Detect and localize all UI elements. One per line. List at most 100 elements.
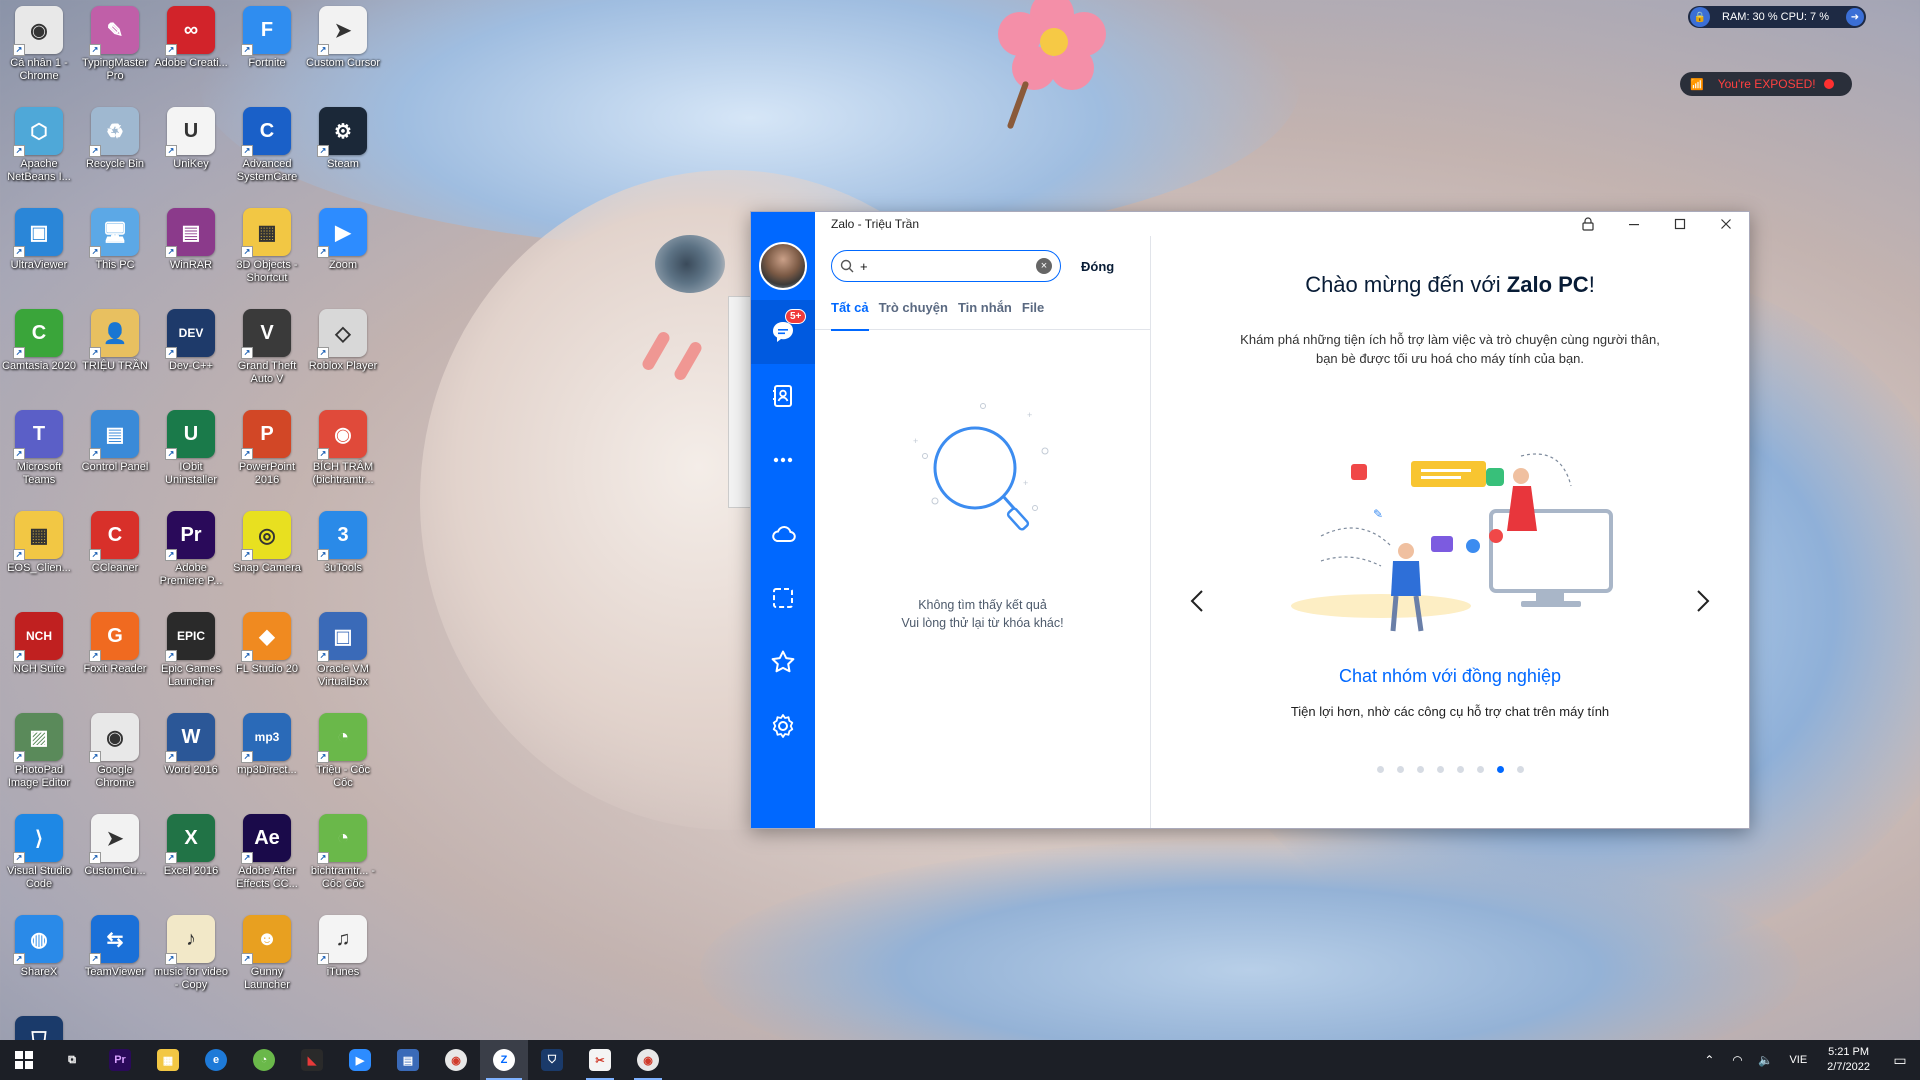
slide-dot[interactable]	[1416, 766, 1424, 773]
tab-messages[interactable]: Tin nhắn	[958, 300, 1012, 330]
desktop-icon[interactable]: DEV ↗ Dev-C++	[153, 309, 229, 373]
desktop-icon[interactable]: ◇ ↗ Roblox Player	[305, 309, 381, 373]
desktop-icon[interactable]: ▦ ↗ 3D Objects - Shortcut	[229, 208, 305, 285]
desktop-icon[interactable]: ▣ ↗ Oracle VM VirtualBox	[305, 612, 381, 689]
taskbar-file-explorer[interactable]: ▦	[144, 1040, 192, 1080]
slide-dot[interactable]	[1456, 766, 1464, 773]
close-button[interactable]	[1703, 212, 1749, 236]
volume-icon[interactable]: 🔈	[1754, 1053, 1776, 1067]
desktop-icon[interactable]: ▣ ↗ UltraViewer	[1, 208, 77, 272]
desktop-icon[interactable]: ➤ ↗ CustomCu...	[77, 814, 153, 878]
nav-favorites[interactable]	[751, 630, 815, 694]
taskbar-edge[interactable]: e	[192, 1040, 240, 1080]
close-search-button[interactable]: Đóng	[1081, 259, 1114, 274]
desktop-icon[interactable]: ▶ ↗ Zoom	[305, 208, 381, 272]
slide-dot[interactable]	[1476, 766, 1484, 773]
tab-conversations[interactable]: Trò chuyện	[879, 300, 948, 330]
search-box[interactable]: ×	[831, 250, 1061, 282]
slide-dot[interactable]	[1496, 766, 1504, 773]
nav-more[interactable]	[751, 428, 815, 492]
chevron-up-icon[interactable]: ⌃	[1698, 1053, 1720, 1067]
desktop-icon[interactable]: U ↗ UniKey	[153, 107, 229, 171]
taskbar-snipping[interactable]: ✂	[576, 1040, 624, 1080]
desktop-icon[interactable]: ⟩ ↗ Visual Studio Code	[1, 814, 77, 891]
desktop-icon[interactable]: P ↗ PowerPoint 2016	[229, 410, 305, 487]
desktop-icon[interactable]: ⇆ ↗ TeamViewer	[77, 915, 153, 979]
clock[interactable]: 5:21 PM 2/7/2022	[1827, 1045, 1870, 1075]
clear-search-icon[interactable]: ×	[1036, 258, 1052, 274]
notification-center-icon[interactable]: ▭	[1880, 1040, 1920, 1080]
title-bar[interactable]: Zalo - Triệu Trần	[815, 212, 1749, 236]
avatar[interactable]	[759, 242, 807, 290]
slide-dot[interactable]	[1516, 766, 1524, 773]
search-input[interactable]	[860, 258, 1036, 274]
desktop-icon[interactable]: C ↗ Camtasia 2020	[1, 309, 77, 373]
taskbar-zalo[interactable]: Z	[480, 1040, 528, 1080]
nav-screenshot[interactable]	[751, 566, 815, 630]
desktop-icon[interactable]: T ↗ Microsoft Teams	[1, 410, 77, 487]
maximize-button[interactable]	[1657, 212, 1703, 236]
desktop-icon[interactable]: EPIC ↗ Epic Games Launcher	[153, 612, 229, 689]
nav-messages[interactable]: 5+	[751, 300, 815, 364]
desktop-icon[interactable]: ♫ ↗ iTunes	[305, 915, 381, 979]
desktop-icon[interactable]: 3 ↗ 3uTools	[305, 511, 381, 575]
vpn-status-widget[interactable]: 📶 You're EXPOSED!	[1680, 72, 1852, 96]
taskbar-vpn[interactable]: ⛉	[528, 1040, 576, 1080]
desktop-icon[interactable]: 👤 ↗ TRIỆU TRẦN	[77, 309, 153, 373]
taskbar-app-red[interactable]: ◣	[288, 1040, 336, 1080]
desktop-icon[interactable]: ➤ ↗ Custom Cursor	[305, 6, 381, 70]
prev-slide-button[interactable]	[1185, 581, 1209, 621]
desktop-icon[interactable]: NCH ↗ NCH Suite	[1, 612, 77, 676]
desktop-icon[interactable]: W ↗ Word 2016	[153, 713, 229, 777]
desktop-icon[interactable]: ◆ ↗ FL Studio 20	[229, 612, 305, 676]
desktop-icon[interactable]: ♻ ↗ Recycle Bin	[77, 107, 153, 171]
desktop-icon[interactable]: ◉ ↗ BÍCH TRÂM (bichtramtr...	[305, 410, 381, 487]
taskbar-premiere[interactable]: Pr	[96, 1040, 144, 1080]
desktop-icon[interactable]: ◍ ↗ ShareX	[1, 915, 77, 979]
desktop-icon[interactable]: ◔ ↗ bichtramtr... - Cốc Cốc	[305, 814, 381, 891]
taskbar-chrome-profile[interactable]: ◉	[624, 1040, 672, 1080]
desktop-icon[interactable]: ◎ ↗ Snap Camera	[229, 511, 305, 575]
nav-cloud[interactable]	[751, 502, 815, 566]
nav-settings[interactable]	[751, 694, 815, 758]
desktop-icon[interactable]: ◔ ↗ Triệu - Cốc Cốc	[305, 713, 381, 790]
desktop-icon[interactable]: ▨ ↗ PhotoPad Image Editor	[1, 713, 77, 790]
start-button[interactable]	[0, 1040, 48, 1080]
desktop-icon[interactable]: ▤ ↗ WinRAR	[153, 208, 229, 272]
desktop-icon[interactable]: G ↗ Foxit Reader	[77, 612, 153, 676]
slide-dot[interactable]	[1396, 766, 1404, 773]
desktop-icon[interactable]: V ↗ Grand Theft Auto V	[229, 309, 305, 386]
arrow-right-icon[interactable]: ➜	[1846, 8, 1864, 26]
taskbar-store[interactable]: ▤	[384, 1040, 432, 1080]
desktop-icon[interactable]: ∞ ↗ Adobe Creati...	[153, 6, 229, 70]
desktop-icon[interactable]: ⬡ ↗ Apache NetBeans I...	[1, 107, 77, 184]
desktop-icon[interactable]: ⚙ ↗ Steam	[305, 107, 381, 171]
desktop-icon[interactable]: ◉ ↗ Google Chrome	[77, 713, 153, 790]
resource-monitor-widget[interactable]: 🔒 RAM: 30 % CPU: 7 % ➜	[1688, 6, 1866, 28]
nav-contacts[interactable]	[751, 364, 815, 428]
desktop-icon[interactable]: X ↗ Excel 2016	[153, 814, 229, 878]
desktop-icon[interactable]: mp3 ↗ mp3Direct...	[229, 713, 305, 777]
desktop-icon[interactable]: 🖥 ↗ This PC	[77, 208, 153, 272]
desktop-icon[interactable]: U ↗ IObit Uninstaller	[153, 410, 229, 487]
slide-dot[interactable]	[1436, 766, 1444, 773]
tab-all[interactable]: Tất cả	[831, 300, 869, 331]
desktop-icon[interactable]: Pr ↗ Adobe Premiere P...	[153, 511, 229, 588]
minimize-button[interactable]	[1611, 212, 1657, 236]
slide-dot[interactable]	[1376, 766, 1384, 773]
next-slide-button[interactable]	[1691, 581, 1715, 621]
taskbar-chrome[interactable]: ◉	[432, 1040, 480, 1080]
desktop-icon[interactable]: ✎ ↗ TypingMaster Pro	[77, 6, 153, 83]
desktop-icon[interactable]: ☻ ↗ Gunny Launcher	[229, 915, 305, 992]
desktop-icon[interactable]: C ↗ CCleaner	[77, 511, 153, 575]
desktop-icon[interactable]: ▦ ↗ EOS_Clien...	[1, 511, 77, 575]
desktop-icon[interactable]: F ↗ Fortnite	[229, 6, 305, 70]
desktop-icon[interactable]: ◉ ↗ Cá nhân 1 - Chrome	[1, 6, 77, 83]
desktop-icon[interactable]: ▤ ↗ Control Panel	[77, 410, 153, 474]
lock-button[interactable]	[1565, 212, 1611, 236]
task-view-button[interactable]: ⧉	[48, 1040, 96, 1080]
desktop-icon[interactable]: C ↗ Advanced SystemCare	[229, 107, 305, 184]
desktop-icon[interactable]: ♪ ↗ music for video - Copy	[153, 915, 229, 992]
wifi-icon[interactable]: ◠	[1726, 1053, 1748, 1067]
taskbar-coccoc[interactable]: ◔	[240, 1040, 288, 1080]
